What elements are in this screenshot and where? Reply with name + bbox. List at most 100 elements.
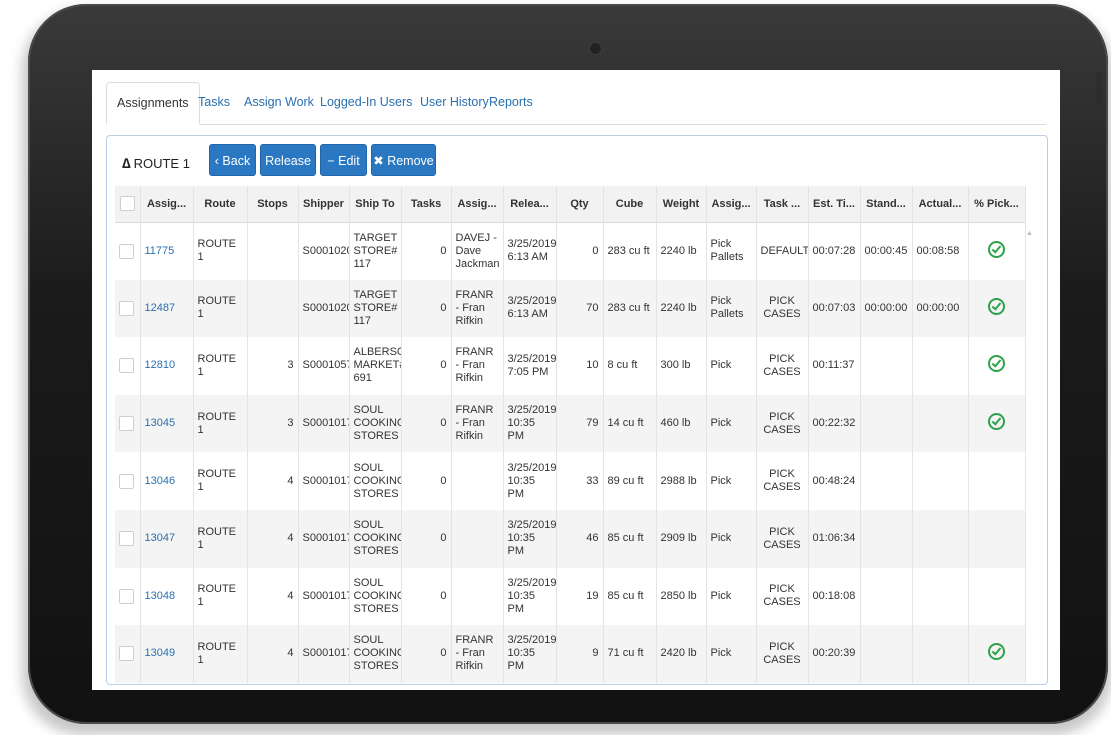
- cell-shipper: S00010176: [298, 567, 350, 626]
- cell-weight: 2240 lb: [656, 222, 707, 280]
- row-select-cell[interactable]: [115, 452, 141, 510]
- column-header[interactable]: Cube: [603, 186, 657, 223]
- tab-assign-work[interactable]: Assign Work: [244, 82, 314, 123]
- app-screen: Assignments Tasks Assign Work Logged-In …: [92, 70, 1060, 690]
- cell-qty: 9: [556, 625, 604, 683]
- table-row[interactable]: 11775ROUTE 1S00010201TARGET STORE# 1170D…: [115, 222, 1026, 280]
- cell-id[interactable]: 13047: [140, 509, 194, 568]
- cell-weight: 300 lb: [656, 337, 707, 395]
- row-select-cell[interactable]: [115, 509, 141, 568]
- tab-tasks[interactable]: Tasks: [198, 82, 230, 123]
- cell-qty: 0: [556, 222, 604, 280]
- tab-user-history[interactable]: User History: [420, 82, 489, 123]
- remove-button[interactable]: ✖ Remove: [371, 144, 436, 176]
- assignments-table: Assig... Route Stops Shipper Ship To Tas…: [115, 186, 1026, 683]
- cell-stops: 4: [247, 567, 299, 626]
- release-button[interactable]: Release: [260, 144, 316, 176]
- table-row[interactable]: 12810ROUTE 13S00010575ALBERSON MARKET# 6…: [115, 337, 1026, 395]
- tab-assignments[interactable]: Assignments: [106, 82, 200, 125]
- table-row[interactable]: 13048ROUTE 14S00010176SOUL COOKING STORE…: [115, 567, 1026, 626]
- cell-qty: 46: [556, 509, 604, 568]
- column-header[interactable]: Ship To: [349, 186, 402, 223]
- row-select-cell[interactable]: [115, 567, 141, 626]
- route-title-text: ROUTE 1: [133, 156, 190, 171]
- cell-qty: 19: [556, 567, 604, 626]
- cell-id[interactable]: 13045: [140, 394, 194, 453]
- tab-logged-in-users[interactable]: Logged-In Users: [320, 82, 412, 123]
- row-checkbox[interactable]: [119, 416, 134, 432]
- row-select-cell[interactable]: [115, 394, 141, 453]
- column-header[interactable]: Assig...: [140, 186, 194, 223]
- table-header-row: Assig... Route Stops Shipper Ship To Tas…: [115, 186, 1026, 223]
- cell-task-type: PICK CASES: [756, 452, 809, 510]
- tab-bar: Assignments Tasks Assign Work Logged-In …: [106, 82, 1046, 125]
- table-row[interactable]: 12487ROUTE 1 S00010201TARGET STORE# 1170F…: [115, 279, 1026, 338]
- cell-actual: 00:08:58: [912, 222, 969, 280]
- row-checkbox[interactable]: [119, 531, 134, 547]
- cell-tasks: 0: [401, 625, 452, 683]
- select-all-header[interactable]: [115, 186, 141, 223]
- row-select-cell[interactable]: [115, 625, 141, 683]
- row-checkbox[interactable]: [119, 473, 134, 489]
- row-select-cell[interactable]: [115, 222, 141, 280]
- column-header[interactable]: Stops: [247, 186, 299, 223]
- table-row[interactable]: 13049ROUTE 14S00010176SOUL COOKING STORE…: [115, 625, 1026, 683]
- cell-route: ROUTE 1: [193, 337, 248, 395]
- cell-task-type: PICK CASES: [756, 394, 809, 453]
- cell-assign-type: Pick: [706, 567, 757, 626]
- column-header[interactable]: Assig...: [451, 186, 504, 223]
- cell-id[interactable]: 13046: [140, 452, 194, 510]
- column-header[interactable]: Relea...: [503, 186, 557, 223]
- cell-stops: 4: [247, 625, 299, 683]
- cell-pick-status: [968, 279, 1026, 338]
- row-checkbox[interactable]: [119, 588, 134, 604]
- cell-task-type: PICK CASES: [756, 625, 809, 683]
- cell-qty: 33: [556, 452, 604, 510]
- table-row[interactable]: 13045ROUTE 13S00010176SOUL COOKING STORE…: [115, 394, 1026, 453]
- cell-release: 3/25/2019 10:35 PM: [503, 394, 557, 453]
- cell-id[interactable]: 13049: [140, 625, 194, 683]
- column-header[interactable]: Qty: [556, 186, 604, 223]
- cell-est: 00:11:37: [808, 337, 861, 395]
- cell-assign-type: Pick Pallets: [706, 222, 757, 280]
- cell-shipper: S00010176: [298, 452, 350, 510]
- page-title: ∆ ROUTE 1: [122, 153, 190, 173]
- column-header[interactable]: Task ...: [756, 186, 809, 223]
- cell-id[interactable]: 11775: [140, 222, 194, 280]
- cell-est: 01:06:34: [808, 509, 861, 568]
- cell-id[interactable]: 12810: [140, 337, 194, 395]
- edit-button[interactable]: − Edit: [320, 144, 367, 176]
- cell-id[interactable]: 13048: [140, 567, 194, 626]
- cell-std: [860, 625, 913, 683]
- cell-stops: [247, 279, 299, 338]
- table-row[interactable]: 13046ROUTE 14S00010176SOUL COOKING STORE…: [115, 452, 1026, 510]
- column-header[interactable]: Weight: [656, 186, 707, 223]
- table-row[interactable]: 13047ROUTE 14S00010176SOUL COOKING STORE…: [115, 509, 1026, 568]
- back-button[interactable]: ‹ Back: [209, 144, 256, 176]
- cell-ship-to: SOUL COOKING STORES: [349, 452, 402, 510]
- row-checkbox[interactable]: [119, 358, 134, 374]
- cell-qty: 79: [556, 394, 604, 453]
- scroll-up-icon[interactable]: ▲: [1026, 230, 1033, 237]
- check-circle-icon: [988, 240, 1005, 258]
- row-select-cell[interactable]: [115, 279, 141, 338]
- tab-reports[interactable]: Reports: [489, 82, 533, 123]
- cell-stops: 3: [247, 394, 299, 453]
- column-header[interactable]: Assig...: [706, 186, 757, 223]
- column-header[interactable]: Shipper: [298, 186, 350, 223]
- column-header[interactable]: Stand...: [860, 186, 913, 223]
- row-select-cell[interactable]: [115, 337, 141, 395]
- cell-ship-to: SOUL COOKING STORES: [349, 625, 402, 683]
- column-header[interactable]: Route: [193, 186, 248, 223]
- row-checkbox[interactable]: [119, 646, 134, 662]
- row-checkbox[interactable]: [119, 243, 134, 259]
- column-header[interactable]: Est. Ti...: [808, 186, 861, 223]
- column-header[interactable]: % Pick...: [968, 186, 1026, 223]
- row-checkbox[interactable]: [119, 300, 134, 316]
- select-all-checkbox[interactable]: [119, 196, 135, 212]
- column-header[interactable]: Tasks: [401, 186, 452, 223]
- cell-shipper: S00010575: [298, 337, 350, 395]
- check-circle-icon: [988, 643, 1005, 661]
- column-header[interactable]: Actual...: [912, 186, 969, 223]
- cell-id[interactable]: 12487: [140, 279, 194, 338]
